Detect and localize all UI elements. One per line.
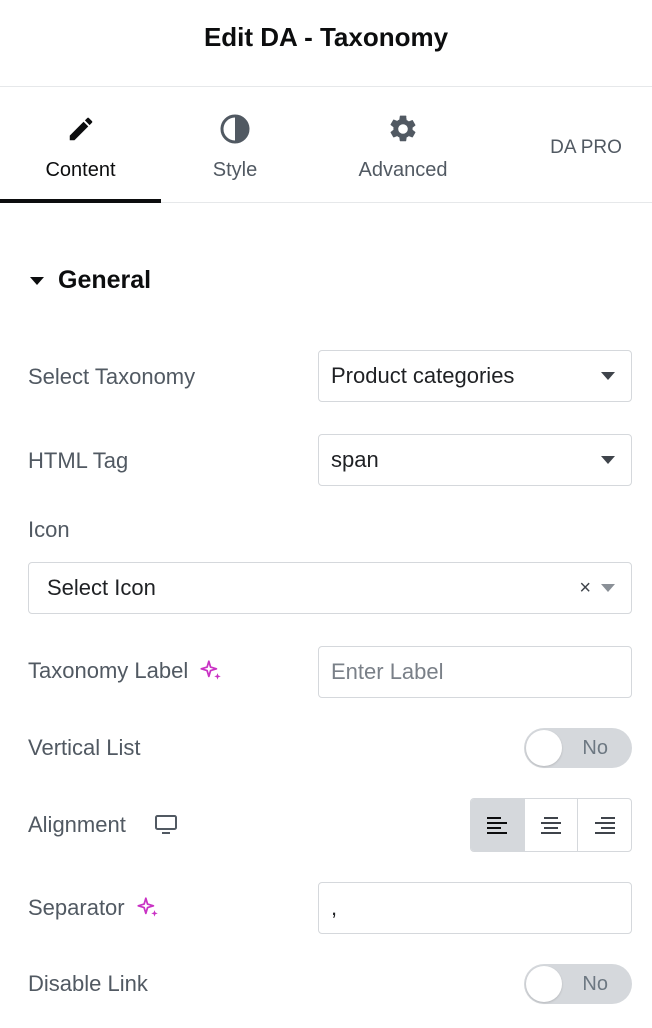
taxonomy-label-label: Taxonomy Label xyxy=(28,658,224,684)
select-taxonomy-dropdown[interactable]: Product categories xyxy=(318,350,632,402)
align-left-button[interactable] xyxy=(471,799,524,851)
panel-title: Edit DA - Taxonomy xyxy=(203,21,449,52)
disable-link-state: No xyxy=(582,973,608,995)
dropdown-arrow-icon xyxy=(601,456,615,464)
caret-down-icon xyxy=(30,276,44,285)
taxonomy-label-text: Taxonomy Label xyxy=(28,658,189,683)
alignment-button-group xyxy=(470,798,632,852)
tab-content[interactable]: Content xyxy=(0,87,161,203)
separator-label: Separator xyxy=(28,895,125,920)
toggle-knob xyxy=(526,966,562,1002)
align-center-button[interactable] xyxy=(523,799,578,851)
tab-bar: Content Style Advanced DA PRO xyxy=(0,87,652,203)
disable-link-label: Disable Link xyxy=(28,971,148,996)
align-right-icon xyxy=(594,817,615,834)
alignment-label: Alignment xyxy=(28,812,126,837)
vertical-list-toggle[interactable]: No xyxy=(524,728,632,768)
vertical-list-state: No xyxy=(582,737,608,759)
vertical-list-label: Vertical List xyxy=(28,735,141,760)
align-right-button[interactable] xyxy=(577,799,631,851)
select-taxonomy-label: Select Taxonomy xyxy=(28,364,196,389)
separator-label-row: Separator xyxy=(28,895,161,921)
dropdown-arrow-icon xyxy=(601,584,615,592)
ai-sparkle-icon[interactable] xyxy=(198,658,224,684)
tab-da-pro[interactable]: DA PRO xyxy=(520,87,652,202)
align-left-icon xyxy=(487,817,508,834)
active-tab-indicator xyxy=(0,199,161,203)
gear-icon xyxy=(387,111,419,147)
separator-input[interactable]: , xyxy=(318,882,632,934)
icon-select[interactable]: Select Icon × xyxy=(28,562,632,614)
html-tag-label: HTML Tag xyxy=(28,448,129,473)
taxonomy-label-input[interactable]: Enter Label xyxy=(318,646,632,698)
icon-select-placeholder: Select Icon xyxy=(47,575,156,600)
alignment-label-row: Alignment xyxy=(28,812,178,838)
tab-content-label: Content xyxy=(45,159,116,181)
tab-style-label: Style xyxy=(212,159,258,181)
section-title: General xyxy=(58,266,152,294)
panel-header: Edit DA - Taxonomy xyxy=(0,0,652,87)
section-general-toggle[interactable]: General xyxy=(30,266,151,295)
tab-advanced[interactable]: Advanced xyxy=(309,87,497,202)
tab-style[interactable]: Style xyxy=(161,87,309,202)
select-taxonomy-value: Product categories xyxy=(331,363,515,388)
pencil-icon xyxy=(66,111,96,147)
html-tag-dropdown[interactable]: span xyxy=(318,434,632,486)
ai-sparkle-icon[interactable] xyxy=(135,895,161,921)
html-tag-value: span xyxy=(331,447,379,472)
icon-label: Icon xyxy=(28,517,70,542)
dropdown-arrow-icon xyxy=(601,372,615,380)
disable-link-toggle[interactable]: No xyxy=(524,964,632,1004)
align-center-icon xyxy=(541,817,561,834)
toggle-knob xyxy=(526,730,562,766)
half-circle-icon xyxy=(219,111,251,147)
clear-icon[interactable]: × xyxy=(579,577,591,600)
desktop-icon[interactable] xyxy=(154,814,178,836)
tab-advanced-label: Advanced xyxy=(358,159,448,181)
tab-da-pro-label: DA PRO xyxy=(550,137,622,158)
